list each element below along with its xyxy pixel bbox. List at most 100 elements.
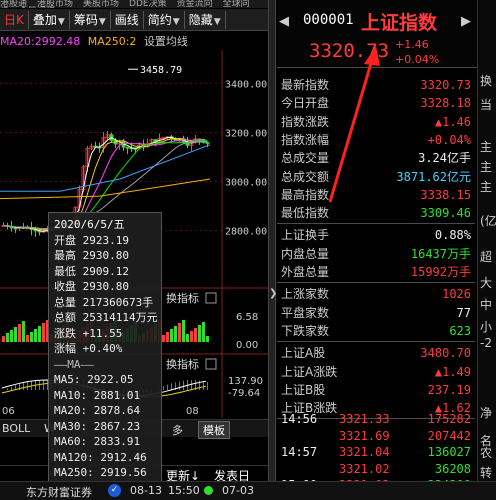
toolbar-item[interactable]: 画线	[111, 10, 144, 29]
tick-price: 3321.04	[339, 445, 390, 460]
tab-boll[interactable]: BOLL	[2, 422, 30, 435]
volume-bar	[170, 329, 173, 342]
status-time: 15:50	[168, 484, 200, 497]
tooltip-ma-value: 2878.64	[93, 404, 141, 417]
x-tick-label: 06	[2, 406, 15, 417]
quote-value: 623	[449, 323, 471, 338]
price-tick-label: 2800.00	[225, 226, 267, 237]
tooltip-key: 总额	[54, 311, 76, 324]
toolbar-item-label: 简约	[147, 12, 172, 27]
quote-value: 3871.62亿元	[396, 169, 471, 184]
tooltip-value: 2930.80	[82, 249, 129, 262]
tooltip-value: 2923.19	[82, 233, 129, 247]
quote-value: 3309.46	[420, 206, 471, 221]
price-tick-label: 3000.00	[225, 177, 267, 188]
volume-bar	[198, 325, 201, 342]
tooltip-value: +0.40%	[82, 342, 123, 355]
tick-row: 3321.69 207442	[277, 427, 473, 445]
toolbar-item[interactable]: 筹码▼	[70, 10, 111, 29]
menu-item[interactable]: 资金流向	[177, 0, 213, 8]
sub1-tick-label: 0.00	[236, 340, 258, 351]
quote-value: 16437万手	[410, 246, 471, 261]
top-menu-bar: 港股通港股市场美股市场DDE决策资金流向全球同步个股阅读	[0, 0, 268, 8]
tooltip-ma-key: MA30	[54, 419, 81, 433]
quote-label: 上涨家数	[281, 287, 330, 302]
quote-value: 3338.15	[420, 187, 471, 202]
tick-volume: 36208	[434, 461, 471, 476]
toolbar-item[interactable]: 叠加▼	[29, 10, 70, 29]
volume-bar	[174, 326, 177, 342]
sub2-tick-label: -79.64	[228, 388, 260, 399]
toolbar-item[interactable]: 日K	[0, 10, 29, 29]
tab-more[interactable]: 多	[172, 422, 183, 438]
connection-status-icon	[204, 486, 213, 495]
next-stock-arrow-icon[interactable]: ▶	[461, 14, 471, 29]
menu-item[interactable]: DDE决策	[129, 0, 167, 8]
chart-toolbar: 日K 叠加▼ 筹码▼ 画线 简约▼ 隐藏▼	[0, 9, 268, 31]
price-tick-label: 3200.00	[225, 128, 267, 139]
tab-template[interactable]: 模板	[198, 421, 230, 439]
toolbar-item[interactable]: 隐藏▼	[185, 10, 226, 29]
tooltip-key: 最低	[54, 264, 76, 278]
price-change-pct: +0.04%	[395, 53, 440, 66]
sub1-switch-button: 换指标	[166, 291, 199, 305]
tooltip-date: 2020/6/5/五	[54, 218, 125, 231]
fund-flow-label: 小	[480, 320, 493, 334]
price-tick-label: 3400.00	[225, 79, 267, 90]
tooltip-row: 最高 2930.80	[54, 248, 156, 264]
volume-bar	[10, 330, 13, 342]
tooltip-ma-value: 2912.46	[100, 450, 147, 464]
volume-bar	[34, 329, 37, 342]
panel-divider[interactable]: ❯	[268, 0, 277, 481]
tick-price: 3321.69	[339, 428, 390, 443]
tooltip-ma-row: MA120: 2912.46	[54, 450, 147, 464]
quote-row: 上证A涨跌 ▲1.49	[277, 363, 473, 381]
ma-settings-link[interactable]: 设置均线	[144, 35, 188, 48]
toolbar-item[interactable]: 简约▼	[144, 10, 185, 29]
ma20-label: MA20:2992.48	[0, 35, 81, 48]
tick-time: 14:56	[281, 412, 318, 426]
quote-value: +0.04%	[427, 132, 471, 147]
quote-row: 上涨家数 1026	[277, 285, 473, 303]
quote-row: 上证A股 3480.70	[277, 344, 473, 362]
tooltip-ma-row: MA250: 2919.56	[54, 466, 147, 479]
tooltip-row: 开盘 2923.19	[54, 233, 156, 249]
toolbar-item-label: 筹码	[73, 12, 98, 27]
tick-volume: 175282	[427, 412, 471, 426]
quote-value: 3320.73	[420, 78, 471, 92]
volume-bar	[42, 323, 45, 342]
candle-body	[13, 227, 18, 230]
tooltip-ma-key: MA250	[54, 466, 88, 479]
fund-flow-label: 主	[480, 180, 493, 194]
volume-bar	[166, 332, 169, 342]
tooltip-row: 总额 25314114万元	[54, 310, 158, 326]
tooltip-row: 涨跌 +11.55	[54, 326, 156, 342]
tooltip-value: 2909.12	[82, 264, 129, 278]
menu-item[interactable]: 美股市场	[83, 0, 119, 8]
sub1-close-icon	[205, 292, 217, 304]
dropdown-arrow-icon: ▼	[98, 16, 106, 27]
prev-stock-arrow-icon[interactable]: ◀	[279, 14, 289, 29]
tooltip-ma-key: MA20	[54, 404, 81, 417]
tooltip-ma-value: 2922.05	[87, 373, 134, 386]
verified-icon: ✓	[108, 484, 121, 497]
tooltip-ma-row: MA30: 2867.23	[54, 419, 141, 433]
quote-row: 平盘家数 77	[277, 304, 473, 322]
quote-label: 上证换手	[281, 228, 330, 243]
quote-value: 3.24亿手	[418, 151, 471, 166]
tooltip-ma-key: MA120	[54, 450, 88, 464]
fund-flow-label: (亿	[480, 214, 496, 228]
candle-body	[125, 146, 130, 149]
dropdown-arrow-icon: ▼	[213, 16, 221, 27]
toolbar-item-label: 叠加	[32, 12, 57, 27]
tooltip-ma-key: MA60	[54, 435, 81, 448]
volume-bar	[182, 320, 185, 342]
menu-item[interactable]: 个股阅读	[19, 7, 55, 9]
tooltip-key: 总量	[54, 295, 76, 309]
tooltip-value: 25314114万元	[82, 311, 158, 324]
quote-value: 77	[456, 305, 471, 320]
volume-bar	[30, 332, 33, 342]
sub2-tick-label: 137.90	[228, 376, 263, 387]
quote-label: 外盘总量	[281, 265, 330, 279]
peak-price-label: 3458.79	[140, 65, 182, 76]
